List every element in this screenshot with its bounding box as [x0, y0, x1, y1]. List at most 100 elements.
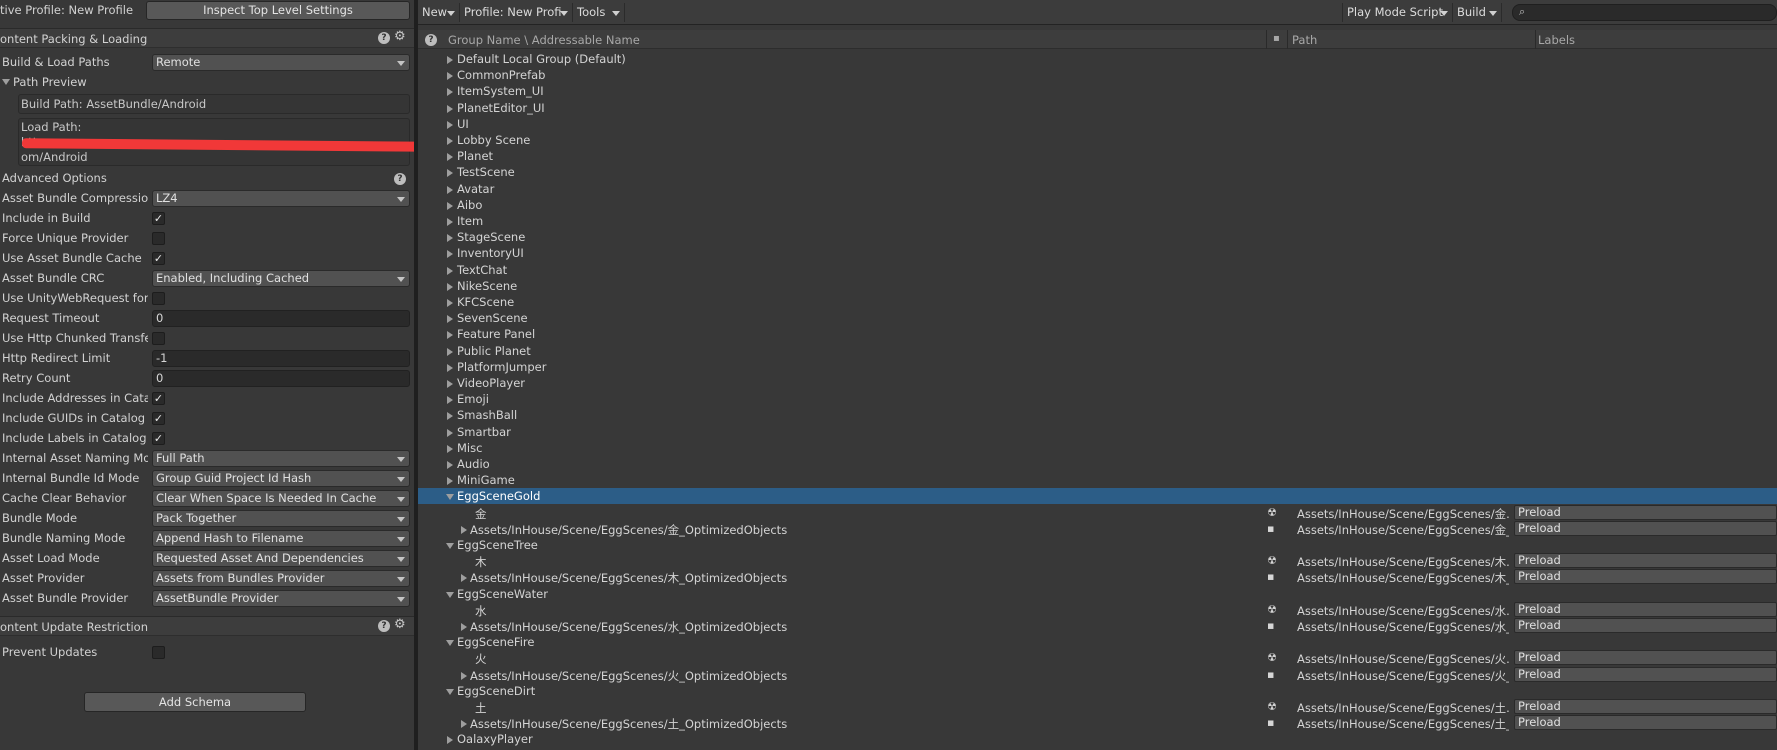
group-row[interactable]: Item	[418, 213, 1777, 229]
group-row[interactable]: EggSceneDirt	[418, 683, 1777, 699]
foldout-closed-icon[interactable]	[447, 72, 453, 80]
entry-label-dropdown[interactable]: Preload	[1514, 553, 1777, 568]
group-row[interactable]: PlanetEditor_UI	[418, 100, 1777, 116]
entry-row[interactable]: 木 ☢ Assets/InHouse/Scene/EggScenes/木.un Pre…	[418, 553, 1777, 569]
group-row[interactable]: NikeScene	[418, 278, 1777, 294]
group-row[interactable]: PlatformJumper	[418, 359, 1777, 375]
entry-row[interactable]: 金 ☢ Assets/InHouse/Scene/EggScenes/金.un Pre…	[418, 505, 1777, 521]
group-row[interactable]: Planet	[418, 148, 1777, 164]
field-checkbox[interactable]	[152, 232, 165, 245]
column-separator[interactable]	[1535, 30, 1536, 49]
field-checkbox[interactable]: ✓	[152, 252, 165, 265]
group-row[interactable]: Aibo	[418, 197, 1777, 213]
help-icon[interactable]: ?	[378, 32, 390, 44]
group-row[interactable]: OalaxyPlayer	[418, 731, 1777, 747]
group-row[interactable]: Lobby Scene	[418, 132, 1777, 148]
group-row[interactable]: TestScene	[418, 164, 1777, 180]
foldout-closed-icon[interactable]	[447, 445, 453, 453]
foldout-closed-icon[interactable]	[447, 56, 453, 64]
group-row[interactable]: Public Planet	[418, 343, 1777, 359]
prevent-updates-checkbox[interactable]	[152, 646, 165, 659]
field-checkbox[interactable]	[152, 292, 165, 305]
foldout-closed-icon[interactable]	[447, 137, 453, 145]
group-row[interactable]: StageScene	[418, 229, 1777, 245]
field-dropdown[interactable]: Requested Asset And Dependencies	[152, 550, 410, 567]
new-menu[interactable]: New	[418, 3, 460, 22]
entry-label-dropdown[interactable]: Preload	[1514, 715, 1777, 730]
group-row[interactable]: Audio	[418, 456, 1777, 472]
entry-row[interactable]: Assets/InHouse/Scene/EggScenes/土_Optimiz…	[418, 715, 1777, 731]
group-row[interactable]: UI	[418, 116, 1777, 132]
group-row[interactable]: EggSceneWater	[418, 586, 1777, 602]
field-input[interactable]: -1	[152, 350, 410, 367]
group-row[interactable]: Avatar	[418, 181, 1777, 197]
gear-icon[interactable]: ⚙	[394, 618, 406, 632]
field-dropdown[interactable]: Append Hash to Filename	[152, 530, 410, 547]
entry-row[interactable]: Assets/InHouse/Scene/EggScenes/水_Optimiz…	[418, 618, 1777, 634]
field-checkbox[interactable]	[152, 332, 165, 345]
foldout-closed-icon[interactable]	[447, 169, 453, 177]
field-dropdown[interactable]: Clear When Space Is Needed In Cache	[152, 490, 410, 507]
field-input[interactable]: 0	[152, 370, 410, 387]
foldout-closed-icon[interactable]	[447, 477, 453, 485]
entry-label-dropdown[interactable]: Preload	[1514, 602, 1777, 617]
asset-type-column-icon[interactable]: ▪	[1273, 33, 1280, 44]
group-row[interactable]: MiniGame	[418, 472, 1777, 488]
build-load-paths-dropdown[interactable]: Remote	[152, 54, 410, 71]
foldout-closed-icon[interactable]	[447, 218, 453, 226]
path-preview-foldout[interactable]: Path Preview	[2, 75, 87, 89]
foldout-closed-icon[interactable]	[461, 720, 467, 728]
entry-row[interactable]: Assets/InHouse/Scene/EggScenes/火_Optimiz…	[418, 667, 1777, 683]
group-row[interactable]: SmashBall	[418, 407, 1777, 423]
entry-label-dropdown[interactable]: Preload	[1514, 521, 1777, 536]
help-icon[interactable]: ?	[394, 173, 406, 185]
group-row[interactable]: Misc	[418, 440, 1777, 456]
entry-row[interactable]: 火 ☢ Assets/InHouse/Scene/EggScenes/火.un Pre…	[418, 650, 1777, 666]
group-row[interactable]: Smartbar	[418, 424, 1777, 440]
foldout-closed-icon[interactable]	[447, 250, 453, 258]
field-dropdown[interactable]: Enabled, Including Cached	[152, 270, 410, 287]
foldout-closed-icon[interactable]	[461, 574, 467, 582]
foldout-open-icon[interactable]	[446, 543, 454, 549]
group-row[interactable]: ItemSystem_UI	[418, 83, 1777, 99]
foldout-closed-icon[interactable]	[447, 315, 453, 323]
search-input[interactable]: ⌕	[1512, 4, 1777, 21]
help-icon[interactable]: ?	[378, 620, 390, 632]
foldout-closed-icon[interactable]	[447, 153, 453, 161]
group-row[interactable]: VideoPlayer	[418, 375, 1777, 391]
group-row[interactable]: KFCScene	[418, 294, 1777, 310]
column-separator[interactable]	[1287, 30, 1288, 49]
foldout-closed-icon[interactable]	[447, 461, 453, 469]
foldout-closed-icon[interactable]	[447, 299, 453, 307]
field-dropdown[interactable]: Assets from Bundles Provider	[152, 570, 410, 587]
content-update-header[interactable]: ontent Update Restriction ? ⚙	[0, 616, 414, 636]
entry-row[interactable]: 水 ☢ Assets/InHouse/Scene/EggScenes/水.un Pre…	[418, 602, 1777, 618]
group-row[interactable]: CommonPrefab	[418, 67, 1777, 83]
entry-row[interactable]: Assets/InHouse/Scene/EggScenes/金_Optimiz…	[418, 521, 1777, 537]
field-checkbox[interactable]: ✓	[152, 412, 165, 425]
group-row[interactable]: EggSceneFire	[418, 634, 1777, 650]
field-dropdown[interactable]: AssetBundle Provider	[152, 590, 410, 607]
gear-icon[interactable]: ⚙	[394, 30, 406, 44]
foldout-closed-icon[interactable]	[447, 331, 453, 339]
foldout-closed-icon[interactable]	[447, 396, 453, 404]
foldout-open-icon[interactable]	[446, 592, 454, 598]
inspect-top-level-settings-button[interactable]: Inspect Top Level Settings	[146, 1, 410, 20]
entry-label-dropdown[interactable]: Preload	[1514, 699, 1777, 714]
group-row[interactable]: InventoryUI	[418, 245, 1777, 261]
foldout-open-icon[interactable]	[446, 640, 454, 646]
field-dropdown[interactable]: Group Guid Project Id Hash	[152, 470, 410, 487]
foldout-closed-icon[interactable]	[447, 202, 453, 210]
group-row[interactable]: Emoji	[418, 391, 1777, 407]
entry-label-dropdown[interactable]: Preload	[1514, 650, 1777, 665]
foldout-closed-icon[interactable]	[447, 186, 453, 194]
foldout-closed-icon[interactable]	[461, 526, 467, 534]
field-dropdown[interactable]: Pack Together	[152, 510, 410, 527]
field-dropdown[interactable]: LZ4	[152, 190, 410, 207]
entry-label-dropdown[interactable]: Preload	[1514, 569, 1777, 584]
foldout-closed-icon[interactable]	[447, 88, 453, 96]
profile-menu[interactable]: Profile: New Profi	[460, 3, 573, 22]
foldout-closed-icon[interactable]	[447, 267, 453, 275]
group-row[interactable]: TextChat	[418, 262, 1777, 278]
build-menu[interactable]: Build	[1453, 3, 1502, 22]
